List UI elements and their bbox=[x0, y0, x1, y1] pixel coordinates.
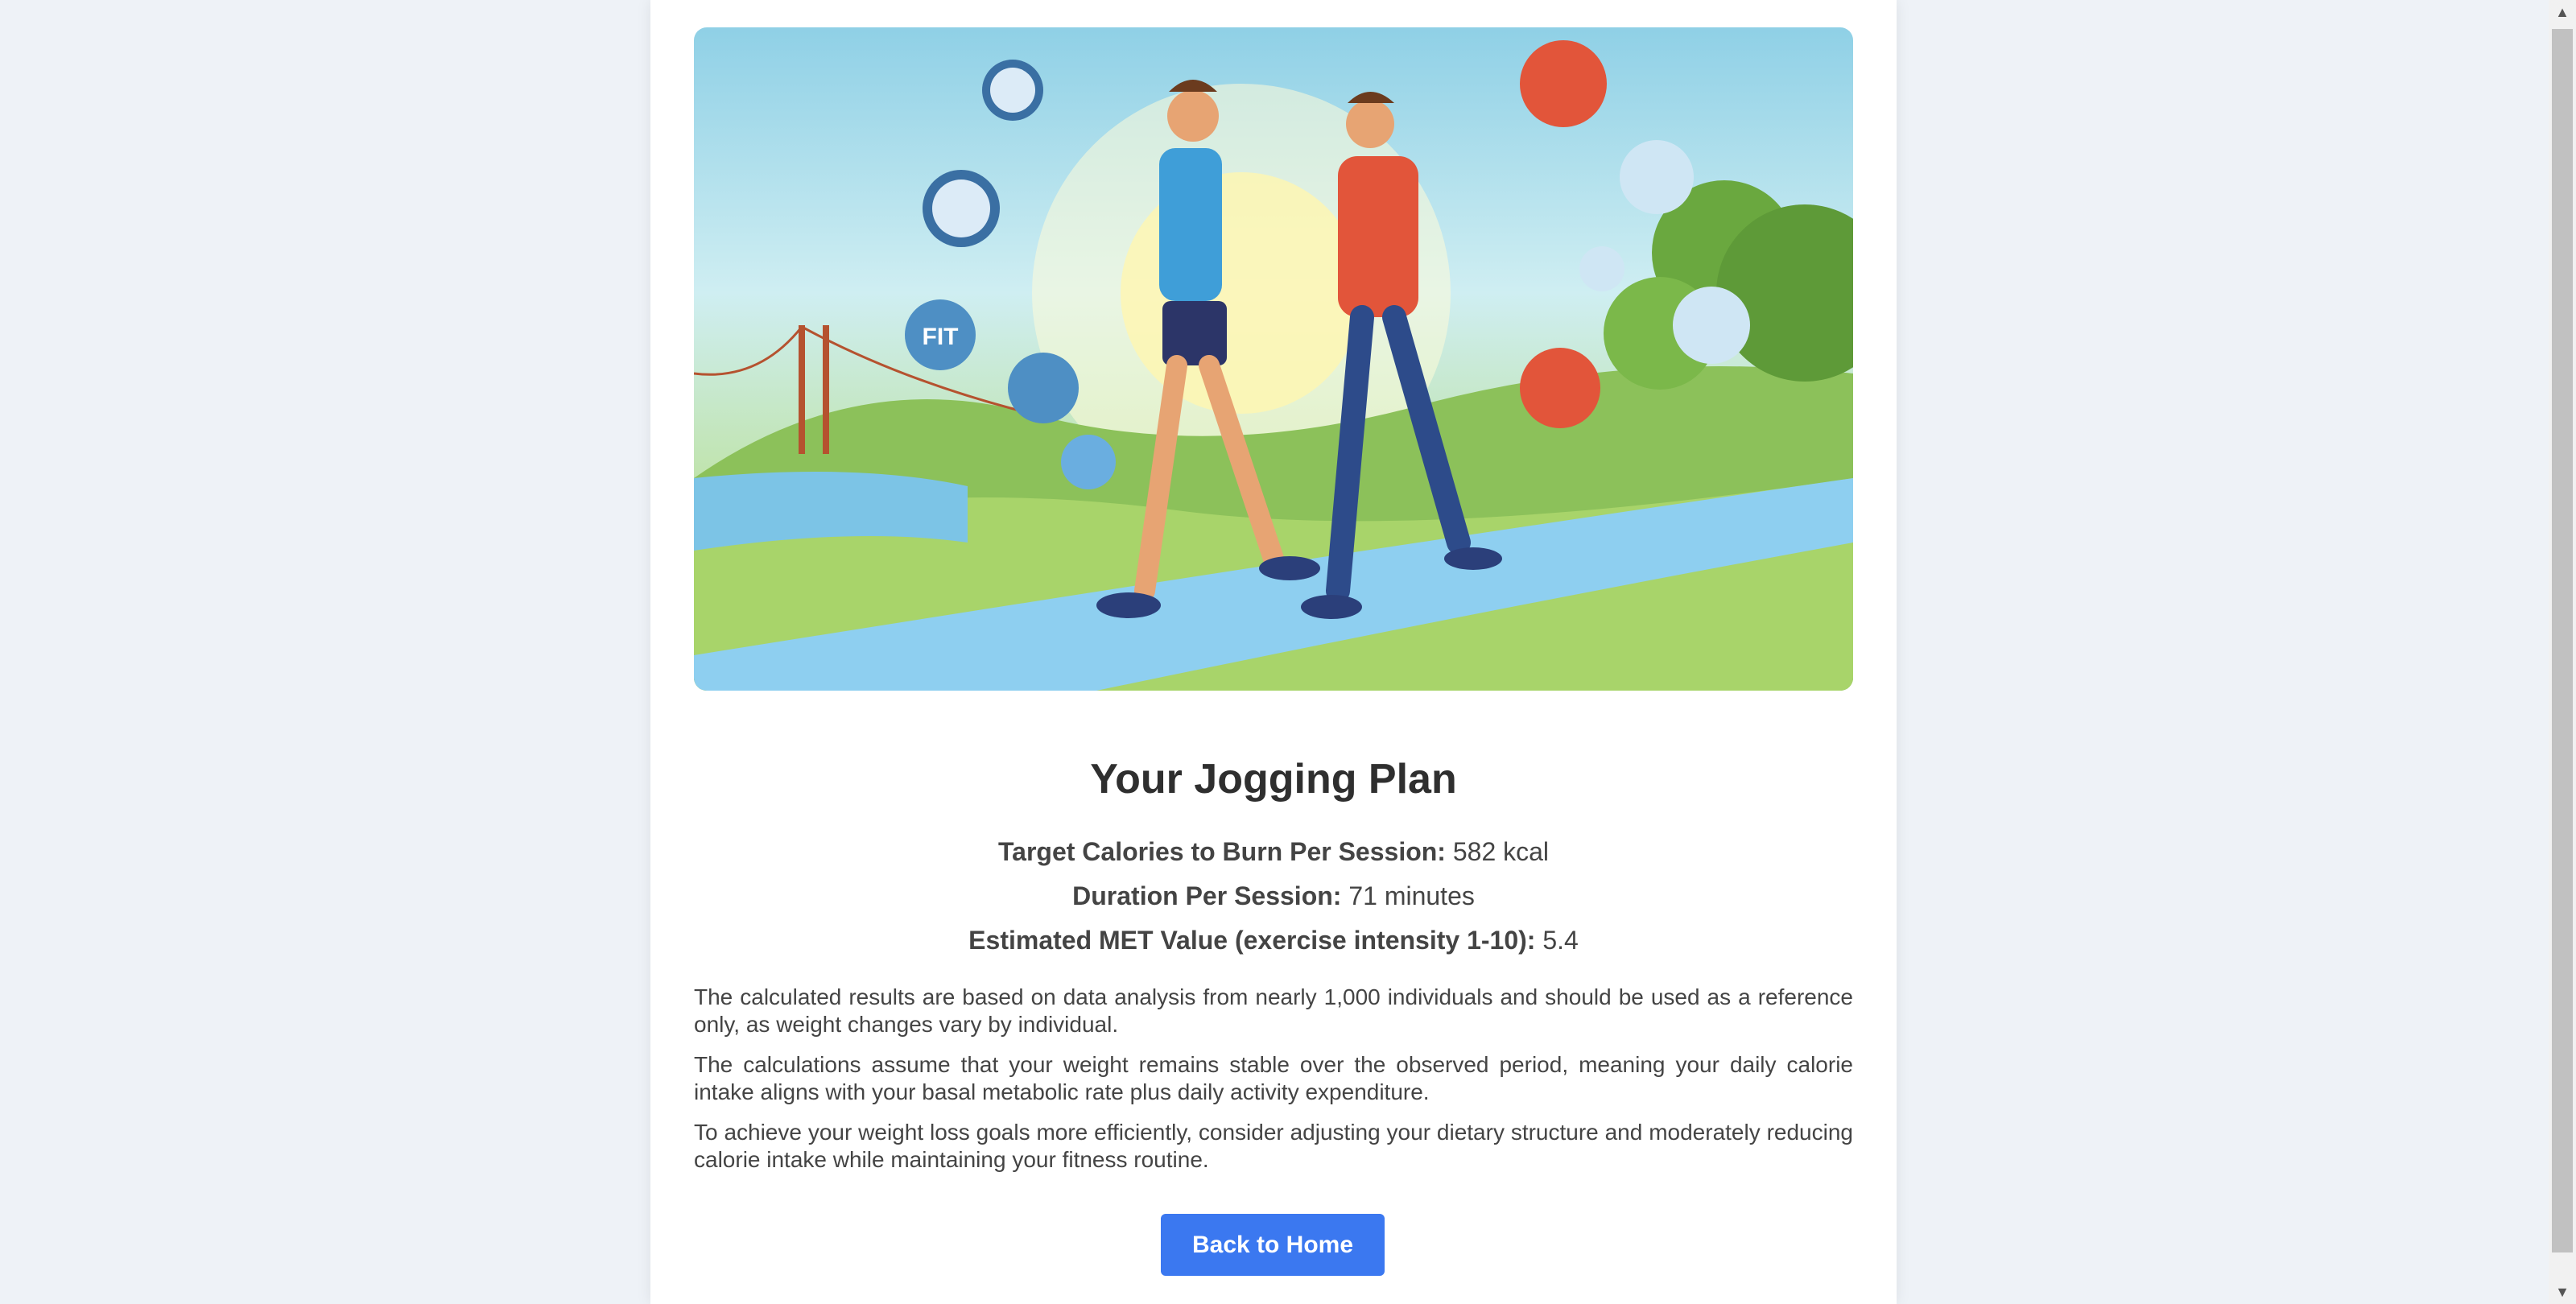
back-to-home-button[interactable]: Back to Home bbox=[1161, 1214, 1385, 1276]
page: FIT Your Jogging Plan Target Calories to… bbox=[0, 0, 2549, 1304]
scroll-up-icon[interactable]: ▲ bbox=[2549, 0, 2576, 24]
scroll-down-icon[interactable]: ▼ bbox=[2549, 1280, 2576, 1304]
fit-badge-text: FIT bbox=[923, 324, 959, 350]
note-advice: To achieve your weight loss goals more e… bbox=[694, 1120, 1853, 1172]
met-value: 5.4 bbox=[1542, 926, 1579, 955]
scroll-thumb[interactable] bbox=[2552, 29, 2573, 1252]
plan-card: FIT Your Jogging Plan Target Calories to… bbox=[650, 0, 1897, 1304]
vertical-scrollbar[interactable]: ▲ ▼ bbox=[2549, 0, 2576, 1304]
met-label: Estimated MET Value (exercise intensity … bbox=[968, 926, 1536, 955]
met-stat: Estimated MET Value (exercise intensity … bbox=[650, 926, 1897, 955]
calories-stat: Target Calories to Burn Per Session: 582… bbox=[650, 837, 1897, 867]
page-title: Your Jogging Plan bbox=[1090, 756, 1457, 803]
note-data-basis: The calculated results are based on data… bbox=[694, 984, 1853, 1037]
duration-label: Duration Per Session: bbox=[1072, 881, 1342, 910]
calories-label: Target Calories to Burn Per Session: bbox=[997, 837, 1446, 866]
duration-value: 71 minutes bbox=[1348, 881, 1475, 910]
jogging-hero-image: FIT bbox=[694, 27, 1853, 691]
jogging-illustration: FIT bbox=[694, 40, 1853, 691]
duration-stat: Duration Per Session: 71 minutes bbox=[650, 881, 1897, 911]
calories-value: 582 kcal bbox=[1452, 837, 1550, 866]
note-assumption: The calculations assume that your weight… bbox=[694, 1052, 1853, 1104]
